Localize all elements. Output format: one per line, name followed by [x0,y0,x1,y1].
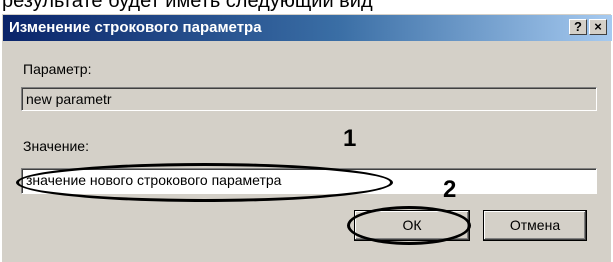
parameter-field: new parametr [21,87,597,111]
ok-button[interactable]: ОК [354,210,470,241]
help-button[interactable]: ? [569,19,587,35]
close-button[interactable]: × [589,19,607,35]
background-caption-text: результате будет иметь следующий вид [2,0,373,12]
dialog-title: Изменение строкового параметра [9,19,262,36]
edit-string-parameter-dialog: Изменение строкового параметра ? × Парам… [2,14,612,262]
title-bar[interactable]: Изменение строкового параметра ? × [3,15,612,41]
annotation-marker-1: 1 [343,125,357,152]
value-label: Значение: [23,138,89,154]
value-input[interactable]: значение нового строкового параметра [21,168,597,194]
annotation-marker-2: 2 [443,176,457,203]
cancel-button[interactable]: Отмена [483,210,587,241]
parameter-label: Параметр: [23,61,92,77]
background-caption: результате будет иметь следующий вид [0,0,613,14]
